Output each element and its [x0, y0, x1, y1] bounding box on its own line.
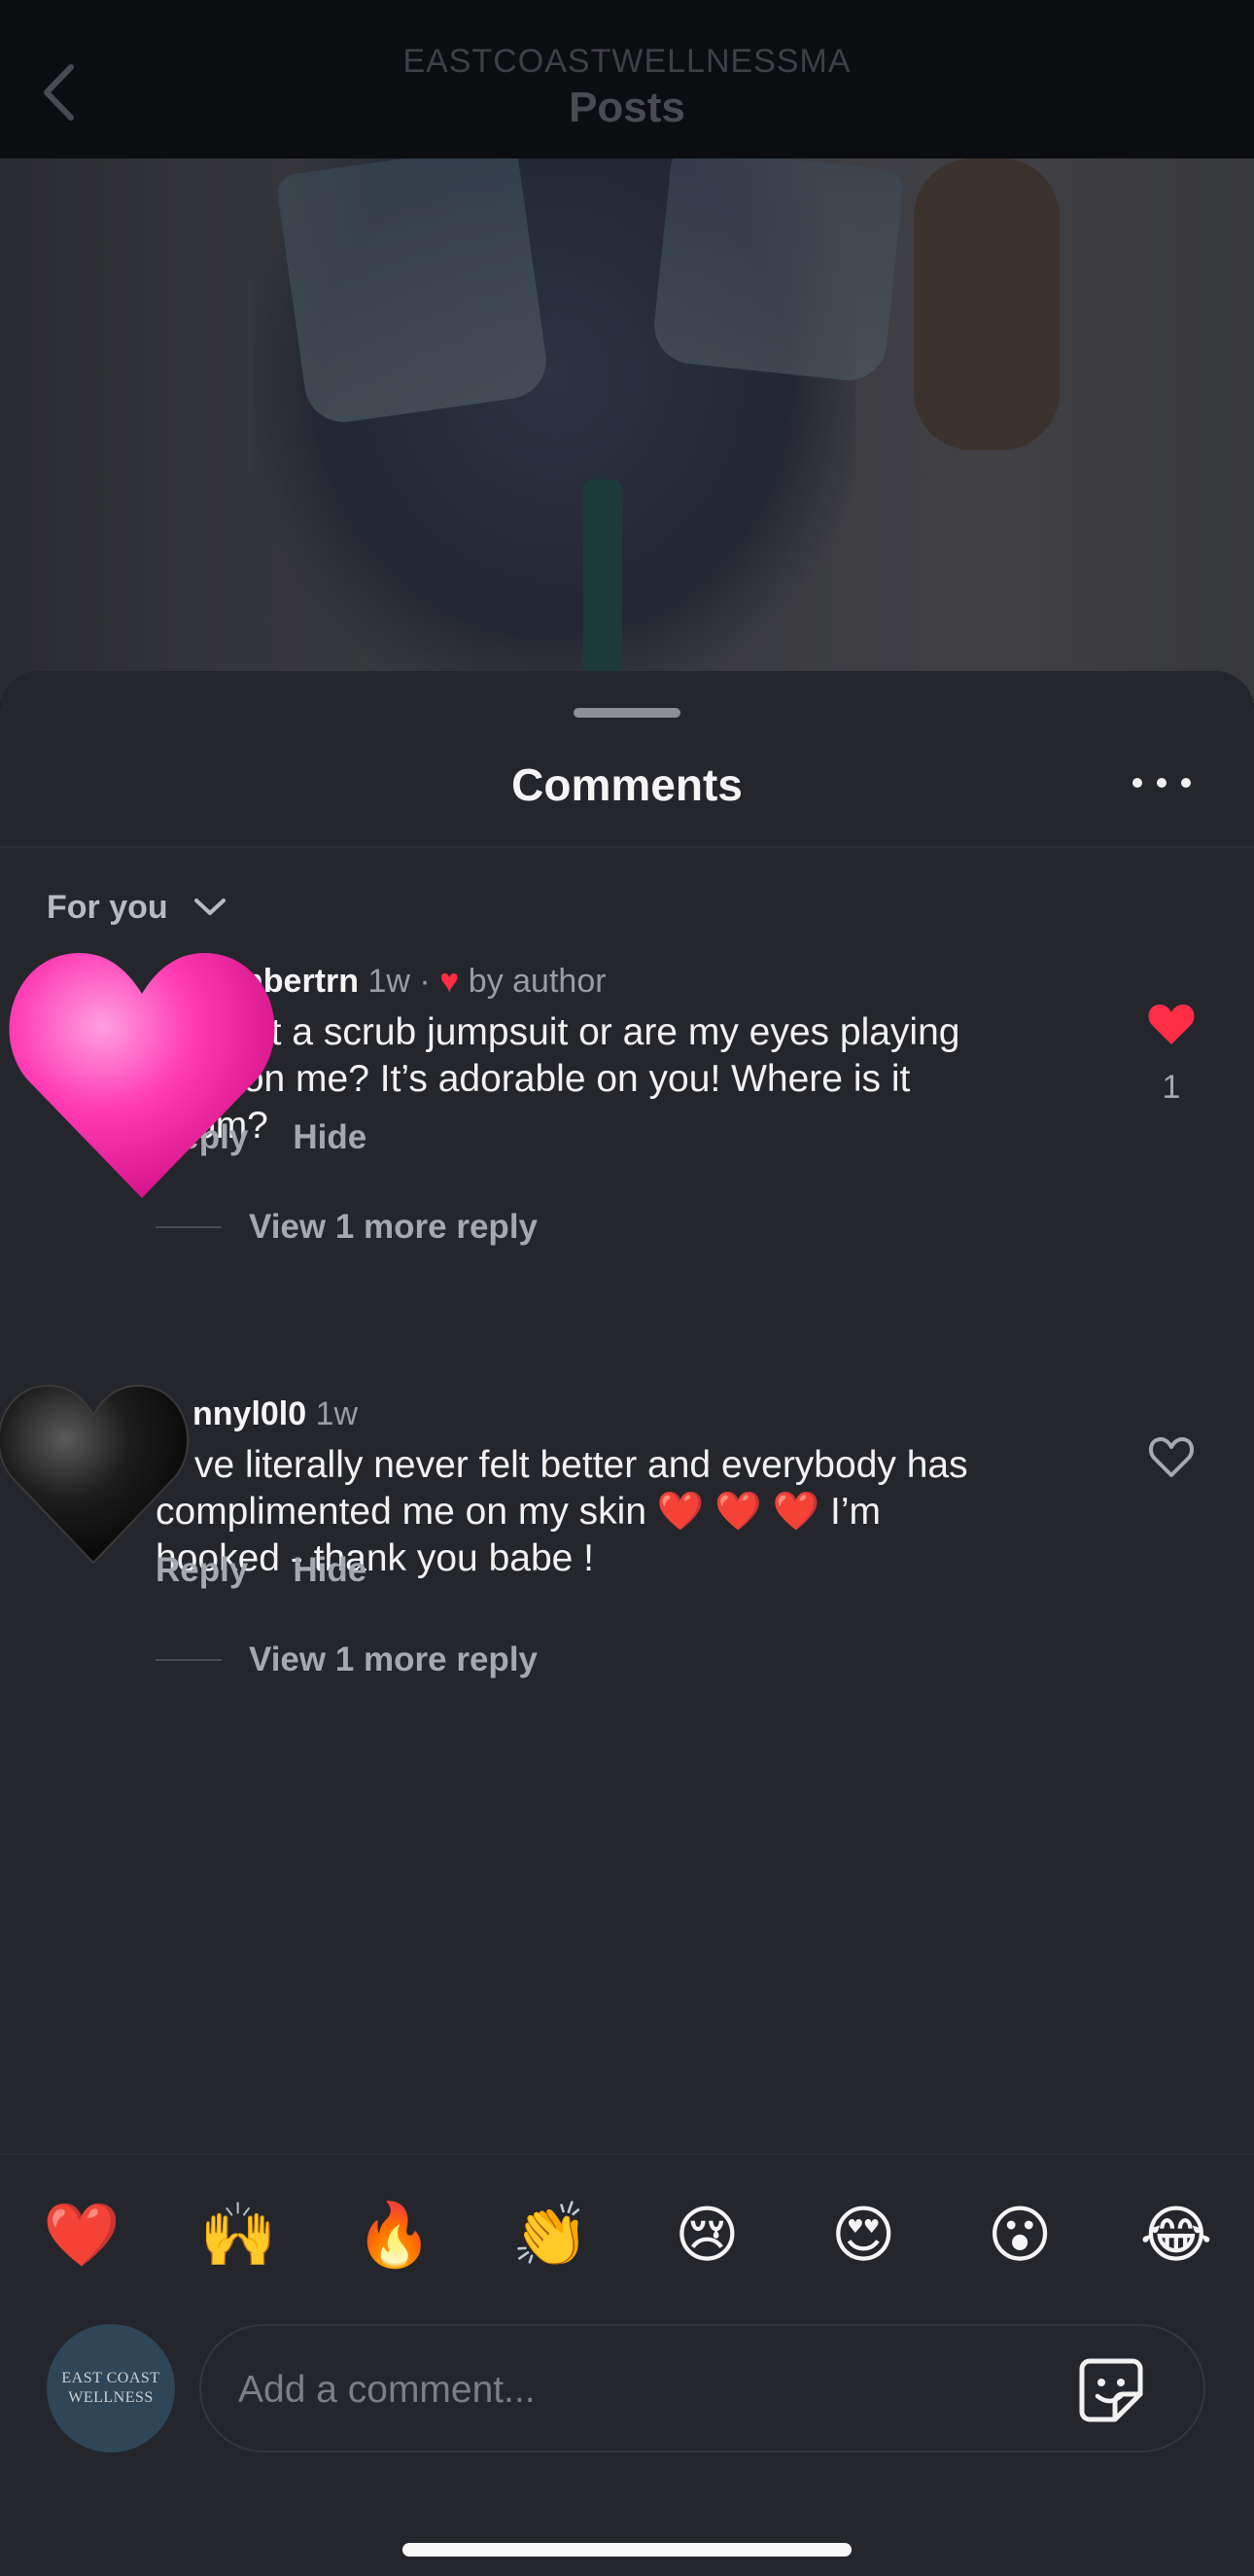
- emoji-quick-bar: ❤️ 🙌 🔥 👏 😢 😍 😮 😂: [41, 2196, 1217, 2274]
- comment-meta: nnyl0l0 1w: [192, 1395, 358, 1433]
- comment-line: complimented me on my skin ❤️ ❤️ ❤️ I’m: [156, 1491, 882, 1533]
- chevron-down-icon: [193, 899, 226, 915]
- view-more-label: View 1 more reply: [249, 1208, 539, 1246]
- emoji-laugh-button[interactable]: 😂: [1135, 2196, 1217, 2274]
- more-dot-icon: [1132, 778, 1142, 788]
- view-more-replies[interactable]: View 1 more reply: [156, 1208, 538, 1247]
- sheet-grabber[interactable]: [574, 708, 680, 718]
- author-badge: by author: [468, 963, 607, 1000]
- divider: [0, 2154, 1254, 2155]
- app-root: EASTCOASTWELLNESSMA Posts Comments For y…: [0, 0, 1254, 2576]
- small-heart-icon: ♥: [439, 963, 460, 1000]
- avatar-text: WELLNESS: [68, 2389, 154, 2406]
- thread-line: [156, 1659, 222, 1661]
- comment-line: ve literally never felt better and every…: [194, 1444, 968, 1486]
- emoji-raised-hands-button[interactable]: 🙌: [197, 2196, 279, 2274]
- like-control[interactable]: [1137, 1434, 1205, 1488]
- comment-item: nbertrn 1w · ♥ by author it a scrub jump…: [0, 953, 1254, 1400]
- media-bag: [650, 159, 905, 384]
- emoji-fire-button[interactable]: 🔥: [354, 2196, 435, 2274]
- sticker-button[interactable]: [1076, 2355, 1146, 2425]
- account-name: EASTCOASTWELLNESSMA: [402, 43, 852, 80]
- emoji-cry-button[interactable]: 😢: [666, 2196, 748, 2274]
- like-control[interactable]: 1: [1137, 1002, 1205, 1107]
- home-indicator[interactable]: [402, 2543, 852, 2557]
- view-more-label: View 1 more reply: [249, 1641, 539, 1678]
- avatar[interactable]: EAST COAST WELLNESS: [47, 2324, 175, 2452]
- emoji-heart-button[interactable]: ❤️: [41, 2196, 122, 2274]
- media-tube: [583, 479, 622, 703]
- meta-dot: ·: [419, 963, 431, 1000]
- sticker-icon: [1079, 2358, 1143, 2422]
- view-more-replies[interactable]: View 1 more reply: [156, 1641, 538, 1679]
- heart-outline-icon: [1148, 1437, 1195, 1477]
- sheet-title: Comments: [511, 759, 743, 810]
- black-heart-icon[interactable]: [0, 1376, 191, 1575]
- media-bag: [275, 159, 551, 428]
- hide-button[interactable]: Hide: [293, 1551, 366, 1590]
- comment-time: 1w: [315, 1395, 359, 1432]
- comment-input[interactable]: [238, 2355, 1035, 2425]
- comment-line: it a scrub jumpsuit or are my eyes playi…: [262, 1011, 960, 1053]
- like-count: 1: [1162, 1069, 1181, 1106]
- page-title: Posts: [569, 84, 685, 131]
- emoji-clap-button[interactable]: 👏: [510, 2196, 592, 2274]
- more-options-button[interactable]: [1132, 768, 1191, 797]
- hide-button[interactable]: Hide: [293, 1118, 366, 1157]
- post-media[interactable]: [0, 159, 1254, 703]
- pink-heart-icon[interactable]: [6, 943, 278, 1211]
- thread-line: [156, 1226, 222, 1228]
- comment-line: ks on me? It’s adorable on you! Where is…: [194, 1058, 911, 1100]
- emoji-surprised-button[interactable]: 😮: [979, 2196, 1061, 2274]
- top-header: EASTCOASTWELLNESSMA Posts: [0, 0, 1254, 159]
- comment-time: 1w: [367, 963, 410, 1000]
- media-arm: [914, 159, 1060, 450]
- filter-label: For you: [47, 888, 168, 926]
- emoji-heart-eyes-button[interactable]: 😍: [822, 2196, 904, 2274]
- divider: [0, 846, 1254, 848]
- heart-filled-icon: [1148, 1005, 1195, 1044]
- comments-sheet: Comments For you nbertrn 1w · ♥ by autho…: [0, 671, 1254, 2576]
- comment-username[interactable]: nnyl0l0: [192, 1395, 306, 1432]
- comment-item: nnyl0l0 1w ve literally never felt bette…: [0, 1384, 1254, 1804]
- more-dot-icon: [1157, 778, 1167, 788]
- comment-composer: [199, 2324, 1205, 2452]
- avatar-text: EAST COAST: [61, 2370, 160, 2386]
- comment-filter-dropdown[interactable]: For you: [47, 883, 226, 932]
- more-dot-icon: [1181, 778, 1191, 788]
- comment-meta: nbertrn 1w · ♥ by author: [243, 963, 607, 1001]
